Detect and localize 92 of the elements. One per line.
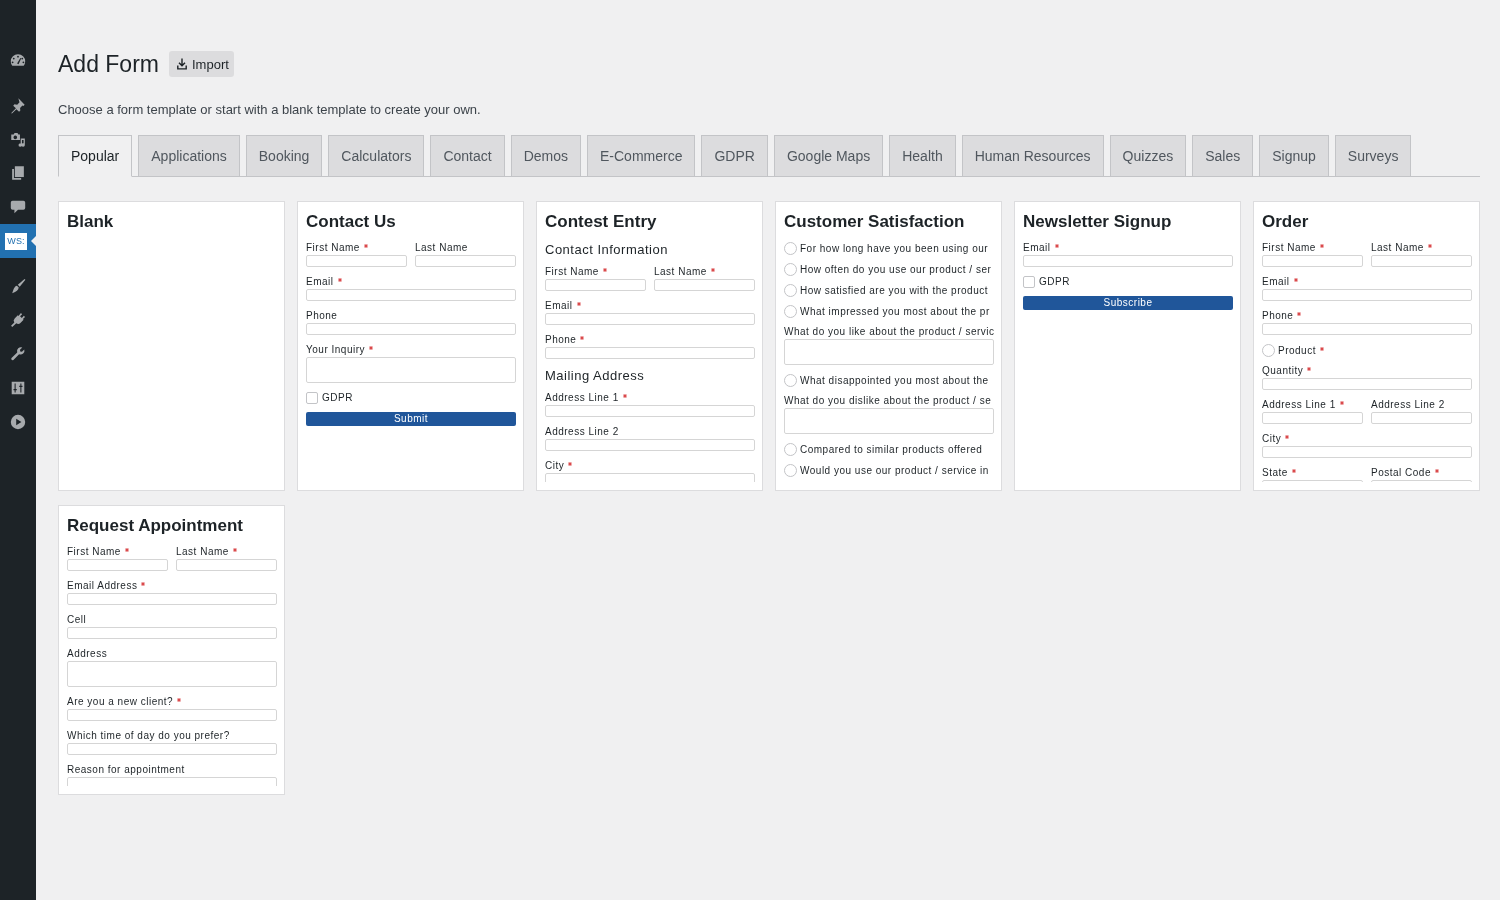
field-label: Address Line 2 [1371, 399, 1445, 411]
tab[interactable]: Demos [510, 135, 581, 177]
gauge-icon [9, 51, 27, 69]
field-label: Product [1278, 344, 1316, 357]
field-label: Quantity [1262, 365, 1304, 377]
template-card[interactable]: Request Appointment First Name Last Name Email Address Cell Address Are you a new client? Which time of day do you prefer? Reason for appointment [58, 505, 285, 795]
menu-item[interactable]: WS: [0, 224, 36, 258]
field-label: Last Name [654, 266, 707, 278]
card-title: Blank [67, 212, 115, 232]
card-title: Request Appointment [67, 516, 244, 536]
section-heading: Mailing Address [545, 368, 646, 384]
submit-button: Subscribe [1023, 296, 1233, 310]
tab[interactable]: Quizzes [1109, 135, 1187, 177]
field-label: Address Line 1 [545, 392, 619, 404]
template-card[interactable]: Newsletter Signup Email GDPR Subscribe [1014, 201, 1241, 491]
speech-bubble-icon [9, 198, 27, 216]
wrench-icon [9, 345, 27, 363]
tab[interactable]: GDPR [701, 135, 768, 177]
card-title: Customer Satisfaction [784, 212, 966, 232]
template-card[interactable]: Contest Entry Contact Information First Name Last Name Email Phone Mailing Address Address Line 1 Address Line 2 City [536, 201, 763, 491]
section-heading: Contact Information [545, 242, 669, 258]
field-label: Compared to similar products offered [800, 443, 983, 456]
submit-button: Submit [306, 412, 516, 426]
tab[interactable]: Surveys [1334, 135, 1412, 177]
field-label: Cell [67, 614, 87, 626]
tab[interactable]: Booking [245, 135, 323, 177]
field-label: Your Inquiry [306, 344, 365, 356]
field-label: Phone [306, 310, 338, 322]
template-card[interactable]: Order First Name Last Name Email Phone Product Quantity Address Line 1 Address Line 2 City State Postal Code [1253, 201, 1480, 491]
tab[interactable]: Sales [1192, 135, 1254, 177]
tab[interactable]: Human Resources [961, 135, 1104, 177]
tab[interactable]: Health [889, 135, 956, 177]
field-label: Are you a new client? [67, 696, 174, 708]
field-label: Postal Code [1371, 467, 1431, 479]
tab[interactable]: Google Maps [773, 135, 884, 177]
card-title: Contest Entry [545, 212, 658, 232]
field-label: City [1262, 433, 1282, 445]
card-title: Newsletter Signup [1023, 212, 1173, 232]
tab[interactable]: Contact [430, 135, 505, 177]
field-label: City [545, 460, 565, 472]
field-label: Email [1262, 276, 1290, 288]
tab[interactable]: Popular [58, 135, 133, 177]
field-label: Would you use our product / service in [800, 464, 989, 477]
field-label: Which time of day do you prefer? [67, 730, 230, 742]
field-label: What impressed you most about the pr [800, 305, 990, 318]
field-label: Email [306, 276, 334, 288]
field-label: Last Name [1371, 242, 1424, 254]
field-label: First Name [67, 546, 121, 558]
pin-icon [9, 96, 27, 114]
field-label: Phone [545, 334, 577, 346]
field-label: Email [1023, 242, 1051, 254]
pages-icon [9, 164, 27, 182]
tab[interactable]: E-Commerce [587, 135, 696, 177]
page-description: Choose a form template or start with a blank template to create your own. [58, 102, 482, 118]
plug-icon [9, 311, 27, 329]
field-label: State [1262, 467, 1288, 479]
import-button[interactable]: Import [169, 51, 234, 77]
field-label: First Name [545, 266, 599, 278]
template-card[interactable]: Blank [58, 201, 285, 491]
card-title: Contact Us [306, 212, 397, 232]
card-title: Order [1262, 212, 1310, 232]
tab[interactable]: Calculators [328, 135, 425, 177]
template-card[interactable] [775, 201, 1002, 491]
field-label: How often do you use our product / ser [800, 263, 992, 276]
field-label: Reason for appointment [67, 764, 185, 776]
field-label: How satisfied are you with the product [800, 284, 988, 297]
sliders-icon [9, 379, 27, 397]
checkbox-label: GDPR [322, 392, 353, 404]
field-label: Last Name [176, 546, 229, 558]
page-title: Add Form [58, 50, 159, 79]
field-label: First Name [306, 242, 360, 254]
field-label: Address Line 2 [545, 426, 619, 438]
field-label: Address Line 1 [1262, 399, 1336, 411]
field-label: What disappointed you most about the [800, 374, 989, 387]
download-icon [175, 57, 189, 71]
field-label: For how long have you been using our [800, 242, 989, 255]
field-label: First Name [1262, 242, 1316, 254]
field-label: Email [545, 300, 573, 312]
tab[interactable]: Signup [1259, 135, 1329, 177]
field-label: What do you like about the product / servic [784, 326, 994, 338]
template-card[interactable]: Contact Us First Name Last Name Email Phone Your Inquiry GDPR Submit [297, 201, 524, 491]
checkbox-label: GDPR [1039, 276, 1070, 288]
play-icon [9, 413, 27, 431]
field-label: Address [67, 648, 108, 660]
field-label: What do you dislike about the product / se [784, 395, 992, 407]
brush-icon [9, 277, 27, 295]
field-label: Last Name [415, 242, 468, 254]
field-label: Phone [1262, 310, 1294, 322]
logo: WS: [5, 232, 27, 250]
field-label: Email Address [67, 580, 138, 592]
tab[interactable]: Applications [138, 135, 240, 177]
camera-note-icon [9, 130, 27, 148]
